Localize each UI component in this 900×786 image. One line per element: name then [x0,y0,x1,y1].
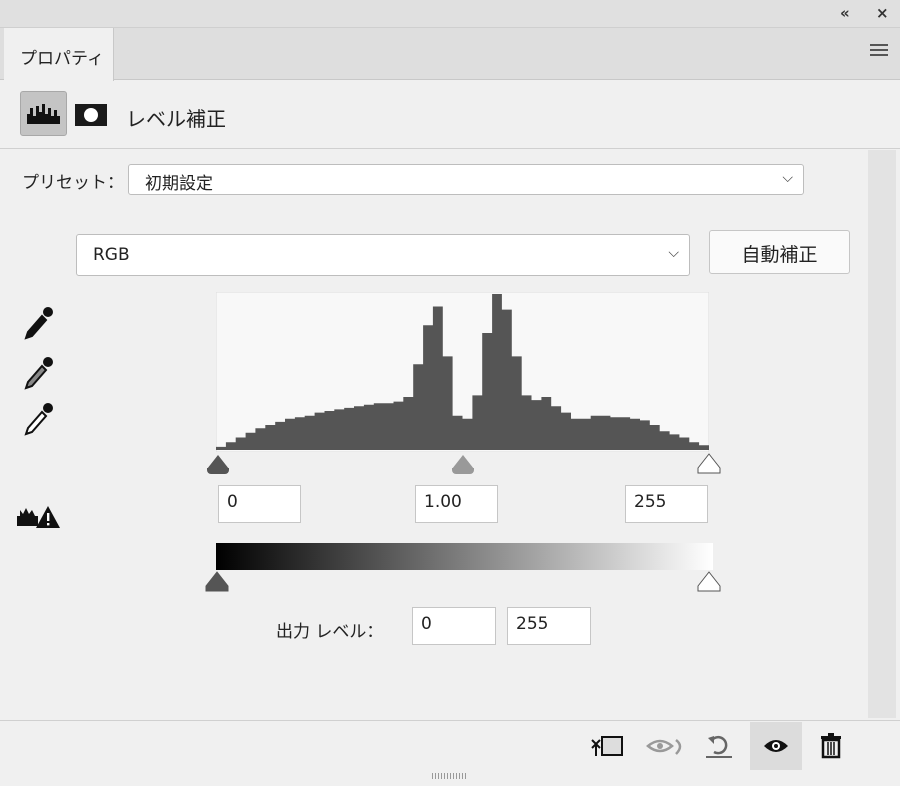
input-gamma-slider[interactable] [452,455,474,469]
white-eyedropper-icon[interactable] [24,403,53,436]
output-gradient [216,543,713,570]
tab-bar [0,28,900,80]
preset-value: 初期設定 [145,174,213,194]
output-black-field[interactable]: 0 [412,607,496,645]
output-white-slider[interactable] [697,571,721,593]
eyedroppers [24,307,53,436]
mask-icon[interactable] [75,104,107,126]
output-black-slider[interactable] [205,571,229,593]
input-white-field[interactable]: 255 [625,485,708,523]
black-eyedropper-icon[interactable] [24,307,53,340]
input-black-slider-base [207,468,229,474]
view-previous-state-icon[interactable] [646,734,688,758]
visibility-button[interactable] [750,722,802,770]
close-icon[interactable]: × [876,4,889,22]
trash-icon[interactable] [818,732,844,760]
output-white-field[interactable]: 255 [507,607,591,645]
gray-eyedropper-icon[interactable] [24,357,53,390]
histogram-icon [27,104,60,124]
tab-properties[interactable]: プロパティ [4,28,114,81]
collapse-icon[interactable]: « [840,4,850,22]
preset-select[interactable]: 初期設定 ⌵ [128,164,804,195]
preset-label: プリセット： [22,173,124,193]
eye-icon [764,740,788,752]
input-black-slider[interactable] [207,455,229,469]
histogram [216,292,709,452]
channel-value: RGB [93,245,130,265]
input-white-slider[interactable] [697,453,721,475]
clipping-warning-icon[interactable] [16,504,62,530]
chevron-down-icon: ⌵ [782,170,793,186]
auto-button[interactable]: 自動補正 [709,230,850,274]
panel-title: レベル補正 [126,107,226,131]
resize-grip[interactable] [432,773,468,779]
panel-menu-icon[interactable] [870,44,888,56]
input-black-field[interactable]: 0 [218,485,301,523]
divider [0,148,900,149]
channel-select[interactable]: RGB ⌵ [76,234,690,276]
chevron-down-icon: ⌵ [668,245,679,261]
output-levels-label: 出力 レベル： [276,622,384,642]
panel-titlebar: « × [0,0,900,28]
input-gamma-field[interactable]: 1.00 [415,485,498,523]
reset-icon[interactable] [702,732,736,760]
scrollbar[interactable] [868,150,896,718]
clip-to-layer-icon[interactable] [588,734,628,758]
input-gamma-slider-base [452,468,474,474]
levels-adjustment-button[interactable] [20,91,67,136]
